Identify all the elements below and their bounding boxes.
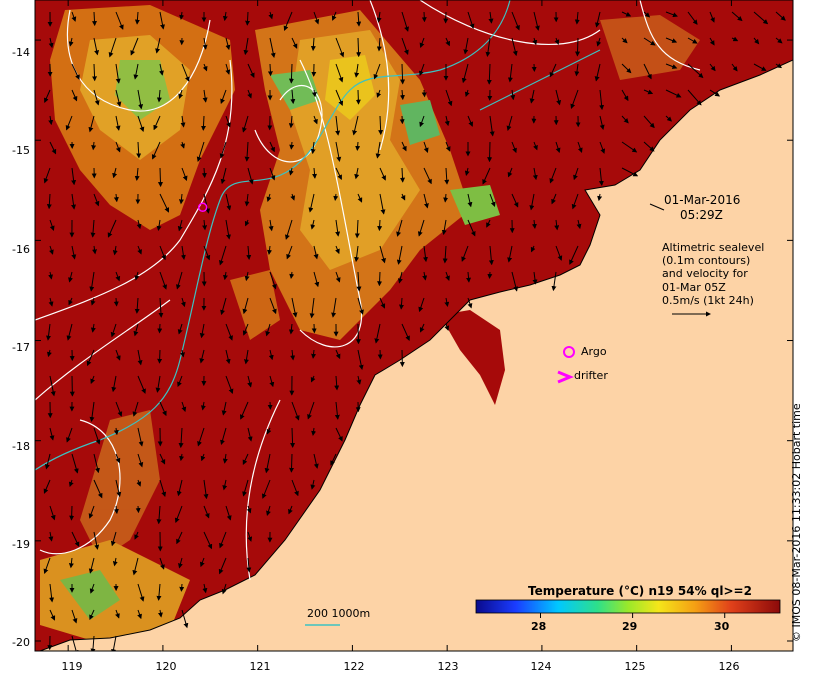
velocity-arrow [577,38,578,56]
velocity-arrow [424,12,425,21]
credit-stamp: © IMOS 08-Mar-2016 11:33:02 Hobart time [790,403,803,642]
colorbar-tick: 28 [531,620,546,633]
velocity-arrow [203,116,204,130]
lon-tick: 125 [615,660,655,673]
argo-legend-label: Argo [581,345,607,358]
sst-map: -14 -15 -16 -17 -18 -19 -20 119 120 121 … [0,0,820,680]
velocity-arrow [116,298,117,306]
lon-tick: 126 [709,660,749,673]
velocity-arrow [270,64,271,75]
lat-tick: -17 [4,341,30,354]
altimetry-note-line: 01-Mar 05Z [662,281,726,294]
velocity-arrow [357,142,358,150]
velocity-arrow [160,350,161,363]
velocity-arrow [379,272,380,285]
velocity-arrow [247,12,248,25]
velocity-arrow [138,506,139,512]
velocity-arrow [291,142,292,149]
lat-tick: -16 [4,243,30,256]
altimetry-note-line: and velocity for [662,267,748,280]
image-date: 01-Mar-2016 [664,193,740,207]
lon-tick: 122 [334,660,374,673]
map-canvas [0,0,820,680]
lat-tick: -19 [4,538,30,551]
image-time: 05:29Z [680,208,723,222]
lon-tick: 124 [521,660,561,673]
lat-tick: -18 [4,440,30,453]
velocity-arrow [160,168,161,186]
colorbar-title: Temperature (°C) n19 54% ql>=2 [528,584,752,598]
altimetry-note-line: 0.5m/s (1kt 24h) [662,294,754,307]
velocity-arrow [94,12,95,25]
velocity-arrow [402,168,403,182]
colorbar-tick: 29 [622,620,637,633]
velocity-arrow [204,168,205,177]
altimetry-note-line: Altimetric sealevel [662,241,764,254]
velocity-arrow [424,90,425,96]
velocity-arrow [379,220,380,230]
velocity-arrow [291,64,292,83]
lat-tick: -15 [4,144,30,157]
lat-tick: -20 [4,636,30,649]
lon-tick: 121 [240,660,280,673]
lon-tick: 123 [428,660,468,673]
velocity-arrow [292,428,293,447]
velocity-arrow [402,64,403,84]
velocity-arrow [358,38,359,56]
velocity-arrow [490,142,491,161]
lat-tick: -14 [4,46,30,59]
isobath-legend-label: 200 1000m [307,607,370,620]
altimetry-note-line: (0.1m contours) [662,254,750,267]
lon-tick: 120 [146,660,186,673]
drifter-legend-label: drifter [574,369,608,382]
velocity-arrow [94,64,95,80]
colorbar [476,600,780,613]
velocity-arrow [72,506,73,520]
lon-tick: 119 [52,660,92,673]
velocity-arrow [358,324,359,343]
velocity-arrow [490,272,491,278]
velocity-arrow [291,454,292,472]
velocity-arrow [160,324,161,333]
velocity-arrow [358,90,359,104]
colorbar-tick: 30 [714,620,729,633]
velocity-arrow [181,584,182,591]
